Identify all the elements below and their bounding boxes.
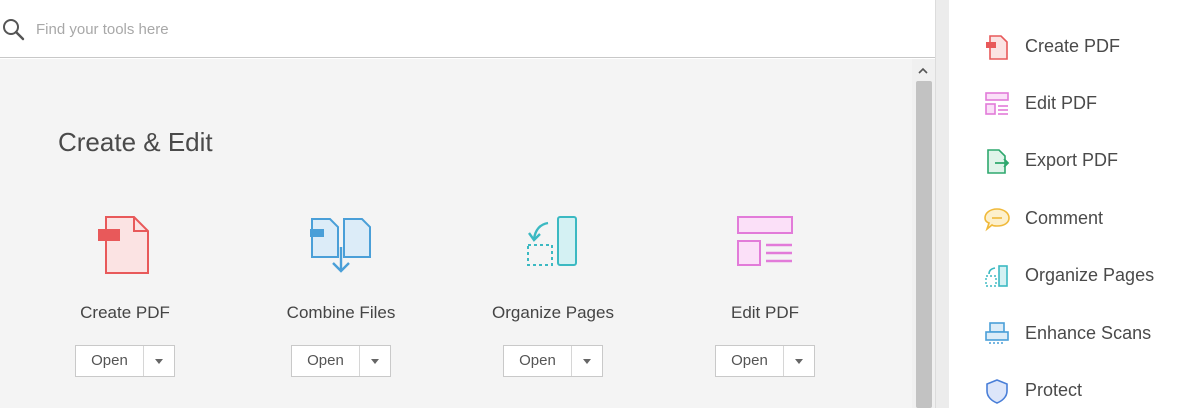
protect-icon [986,379,1008,404]
combine-files-icon [310,218,371,273]
edit-pdf-icon [985,92,1009,115]
sidebar-item-create-pdf[interactable]: Create PDF [949,27,1200,67]
open-dropdown-button[interactable] [144,346,174,376]
open-button[interactable]: Open [716,346,784,376]
open-dropdown-button[interactable] [360,346,390,376]
open-split-button: Open [75,345,175,377]
panel-divider[interactable] [935,0,949,408]
comment-icon [984,208,1010,232]
open-button[interactable]: Open [292,346,360,376]
sidebar-item-edit-pdf[interactable]: Edit PDF [949,84,1200,124]
enhance-scans-icon [985,322,1009,344]
tool-label: Edit PDF [730,303,800,322]
chevron-down-icon [155,358,163,364]
scroll-thumb[interactable] [916,81,932,408]
tool-card-combine-files: Combine Files Open [246,209,436,389]
open-button[interactable]: Open [76,346,144,376]
open-button[interactable]: Open [504,346,572,376]
tools-content: Create & Edit Create PDF Open Combine Fi… [0,59,912,408]
tool-card-edit-pdf: Edit PDF Open [670,209,860,389]
sidebar-item-export-pdf[interactable]: Export PDF [949,141,1200,181]
create-pdf-icon [98,216,149,274]
sidebar-item-label: Protect [1025,380,1083,400]
tool-label: Combine Files [286,303,396,322]
section-title: Create & Edit [58,127,213,157]
open-split-button: Open [291,345,391,377]
organize-pages-icon [527,216,577,266]
tools-main-panel: Create & Edit Create PDF Open [0,0,935,408]
sidebar-item-enhance-scans[interactable]: Enhance Scans [949,314,1200,354]
sidebar-item-organize-pages[interactable]: Organize Pages [949,256,1200,296]
tool-card-create-pdf: Create PDF Open [30,209,220,389]
organize-pages-icon [985,265,1008,287]
tool-label: Create PDF [80,303,170,322]
tool-label: Organize Pages [492,303,614,322]
open-split-button: Open [715,345,815,377]
vertical-scrollbar[interactable] [912,59,935,408]
chevron-down-icon [371,358,379,364]
sidebar-item-label: Organize Pages [1025,265,1155,285]
chevron-down-icon [795,358,803,364]
scroll-up-arrow-icon[interactable] [916,65,930,77]
create-pdf-icon [986,35,1008,60]
chevron-down-icon [583,358,591,364]
open-dropdown-button[interactable] [784,346,814,376]
tool-card-organize-pages: Organize Pages Open [458,209,648,389]
open-dropdown-button[interactable] [572,346,602,376]
sidebar-item-label: Export PDF [1025,150,1119,170]
search-bar [0,0,935,58]
sidebar-item-label: Enhance Scans [1025,323,1152,343]
sidebar-item-comment[interactable]: Comment [949,199,1200,239]
tools-sidebar: Create PDF Edit PDF Export PDF Comment O… [949,0,1200,408]
search-icon[interactable] [2,18,26,42]
sidebar-item-protect[interactable]: Protect [949,371,1200,408]
sidebar-item-label: Create PDF [1025,36,1121,56]
export-pdf-icon [987,149,1010,174]
open-split-button: Open [503,345,603,377]
sidebar-item-label: Comment [1025,208,1104,228]
sidebar-item-label: Edit PDF [1025,93,1098,113]
search-input[interactable] [36,14,896,44]
edit-pdf-icon [737,216,793,266]
